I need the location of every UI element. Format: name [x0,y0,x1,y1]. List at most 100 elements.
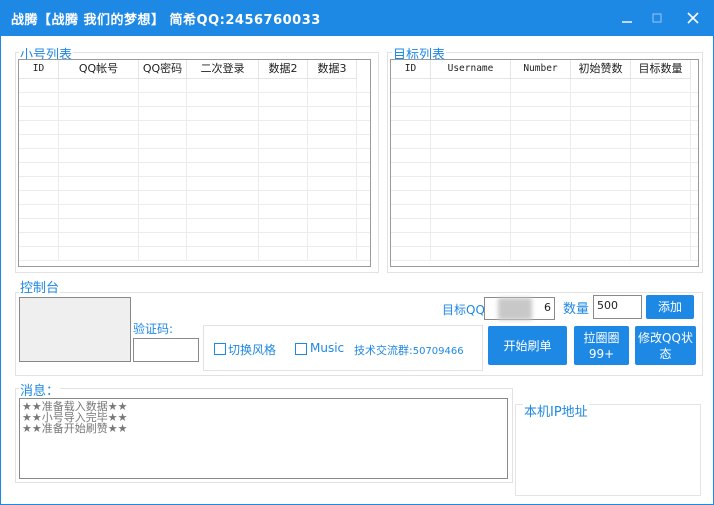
switch-style-label[interactable]: 切换风格 [228,341,276,358]
music-label[interactable]: Music [310,341,344,355]
close-button[interactable] [679,5,707,31]
add-button[interactable]: 添加 [646,295,694,319]
targets-table-header: ID Username Number 初始赞数 目标数量 [391,60,691,79]
switch-style-checkbox[interactable] [214,343,226,355]
table-cell [631,219,691,233]
table-cell [308,79,357,93]
table-row [391,79,698,93]
table-cell [308,135,357,149]
table-cell [59,149,139,163]
table-cell [139,205,187,219]
captcha-input[interactable] [133,338,199,362]
table-cell [59,79,139,93]
circle-99-button[interactable]: 拉圈圈99+ [574,326,629,365]
table-cell [571,219,631,233]
col-header[interactable]: ID [19,60,59,78]
targets-table[interactable]: ID Username Number 初始赞数 目标数量 [390,59,699,267]
table-cell [391,177,431,191]
table-cell [431,149,511,163]
modify-qq-status-button[interactable]: 修改QQ状态 [635,326,696,365]
targets-table-body [391,79,698,266]
table-cell [59,107,139,121]
table-cell [187,107,259,121]
table-cell [511,107,571,121]
minimize-button[interactable] [613,5,641,31]
table-cell [187,233,259,247]
table-cell [571,233,631,247]
captcha-image[interactable] [19,297,131,362]
table-cell [139,149,187,163]
title-bar[interactable]: 战腾【战腾 我们的梦想】 简希QQ:2456760033 [1,1,713,36]
table-row [19,177,370,191]
col-header[interactable]: 数据3 [308,60,357,78]
col-header[interactable]: 二次登录 [187,60,259,78]
col-header[interactable]: 目标数量 [631,60,691,78]
table-cell [511,79,571,93]
table-cell [391,247,431,261]
table-row [19,93,370,107]
col-header[interactable]: 初始赞数 [571,60,631,78]
col-header[interactable]: QQ密码 [139,60,187,78]
table-cell [631,247,691,261]
table-cell [511,205,571,219]
table-cell [187,205,259,219]
table-cell [139,93,187,107]
captcha-label: 验证码: [133,322,174,336]
table-cell [391,149,431,163]
table-cell [59,191,139,205]
table-cell [19,93,59,107]
table-cell [308,205,357,219]
table-cell [511,177,571,191]
table-cell [139,107,187,121]
maximize-button[interactable] [643,5,671,31]
col-header[interactable]: Username [431,60,511,78]
messages-textarea[interactable]: ★★准备载入数据★★ ★★小号导入完毕★★ ★★准备开始刷赞★★ [19,398,508,479]
table-cell [571,121,631,135]
table-row [391,107,698,121]
table-cell [187,191,259,205]
col-header[interactable]: QQ帐号 [59,60,139,78]
table-row [19,121,370,135]
table-row [391,135,698,149]
table-cell [431,191,511,205]
table-cell [19,219,59,233]
table-cell [431,79,511,93]
table-row [391,205,698,219]
table-cell [308,177,357,191]
table-cell [19,177,59,191]
col-header[interactable]: 数据2 [259,60,308,78]
table-cell [139,191,187,205]
music-checkbox[interactable] [295,343,307,355]
quantity-input[interactable]: 500 [593,295,642,319]
col-header[interactable]: ID [391,60,431,78]
table-cell [259,191,308,205]
table-cell [19,247,59,261]
table-cell [571,163,631,177]
table-cell [139,163,187,177]
accounts-table-body [19,79,370,266]
table-cell [391,93,431,107]
table-cell [187,219,259,233]
table-cell [391,107,431,121]
window-title: 战腾【战腾 我们的梦想】 简希QQ:2456760033 [11,13,321,28]
table-cell [19,205,59,219]
table-row [391,121,698,135]
table-cell [139,135,187,149]
table-cell [511,121,571,135]
accounts-table[interactable]: ID QQ帐号 QQ密码 二次登录 数据2 数据3 [18,59,371,267]
table-cell [59,121,139,135]
table-cell [139,233,187,247]
table-cell [259,177,308,191]
table-cell [391,233,431,247]
table-cell [571,177,631,191]
table-row [391,247,698,261]
table-cell [59,219,139,233]
col-header[interactable]: Number [511,60,571,78]
maximize-icon [652,13,662,23]
table-cell [59,177,139,191]
table-cell [308,233,357,247]
start-button[interactable]: 开始刷单 [488,326,567,365]
table-cell [511,247,571,261]
close-icon [687,12,699,24]
table-cell [511,163,571,177]
